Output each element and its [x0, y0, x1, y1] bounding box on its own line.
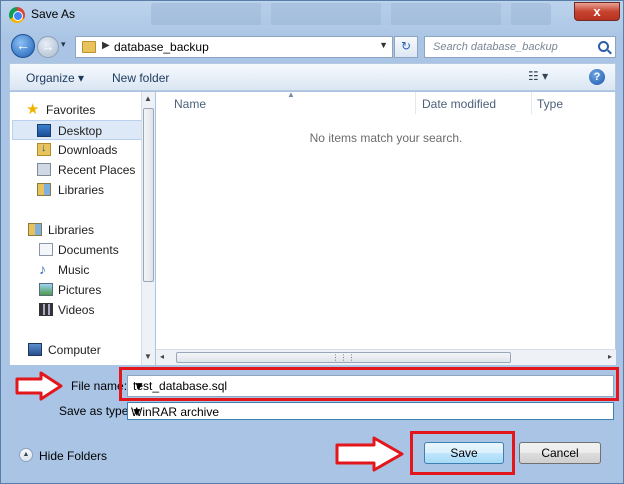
- column-divider[interactable]: [415, 92, 416, 114]
- back-button[interactable]: ←: [11, 34, 35, 58]
- title-bar[interactable]: Save As x: [1, 1, 623, 29]
- address-dropdown-icon[interactable]: ▼: [379, 40, 388, 50]
- nav-label: Downloads: [58, 143, 118, 157]
- pictures-icon: [39, 283, 53, 296]
- scrollbar-thumb[interactable]: ⋮⋮⋮: [176, 352, 511, 363]
- music-icon: ♪: [39, 261, 46, 277]
- downloads-icon: [37, 142, 51, 156]
- navigation-pane: ★ Favorites Desktop Downloads Recent Pla…: [9, 92, 155, 365]
- recent-pages-dropdown-icon[interactable]: ▾: [61, 39, 66, 50]
- refresh-button[interactable]: ↻: [394, 36, 418, 58]
- sort-ascending-icon: ▲: [287, 90, 295, 99]
- command-toolbar: Organize ▾ New folder ☷ ▾ ?: [9, 63, 616, 91]
- file-list-horizontal-scrollbar[interactable]: ◂ ⋮⋮⋮ ▸: [156, 349, 616, 365]
- column-header-name[interactable]: Name: [174, 97, 206, 111]
- annotation-highlight-filename: [119, 367, 619, 401]
- save-as-type-label: Save as type:: [59, 404, 132, 418]
- nav-libraries[interactable]: Libraries: [10, 220, 140, 240]
- nav-label: Recent Places: [58, 163, 136, 177]
- save-as-type-select[interactable]: WinRAR archive ▼: [127, 402, 614, 420]
- column-divider[interactable]: [531, 92, 532, 114]
- collapse-icon: ▲: [19, 448, 33, 462]
- recent-places-icon: [37, 163, 51, 176]
- view-options-icon[interactable]: ☷ ▾: [528, 69, 548, 83]
- forward-button[interactable]: →: [37, 36, 59, 58]
- nav-label: Documents: [58, 243, 119, 257]
- empty-message: No items match your search.: [309, 131, 463, 145]
- scroll-right-icon[interactable]: ▸: [608, 352, 612, 361]
- libraries-icon: [37, 183, 51, 196]
- nav-item-music[interactable]: ♪ Music: [10, 260, 140, 280]
- background-tabs: [151, 3, 551, 25]
- computer-icon: [28, 343, 42, 356]
- nav-label: Pictures: [58, 283, 102, 297]
- column-header-date-modified[interactable]: Date modified: [422, 97, 496, 111]
- nav-favorites[interactable]: ★ Favorites: [10, 100, 140, 120]
- scroll-up-icon[interactable]: ▲: [144, 94, 152, 103]
- documents-icon: [39, 243, 53, 256]
- scroll-left-icon[interactable]: ◂: [160, 352, 164, 361]
- videos-icon: [39, 303, 53, 316]
- nav-item-pictures[interactable]: Pictures: [10, 280, 140, 300]
- cancel-button[interactable]: Cancel: [519, 442, 601, 464]
- scroll-down-icon[interactable]: ▼: [144, 352, 152, 361]
- nav-label: Computer: [48, 343, 101, 357]
- nav-item-desktop[interactable]: Desktop: [12, 120, 142, 140]
- save-as-dialog: Save As x ← → ▾ ▶ database_backup ▼ ↻ Se…: [0, 0, 624, 484]
- nav-item-videos[interactable]: Videos: [10, 300, 140, 320]
- search-icon[interactable]: [598, 41, 609, 52]
- scrollbar-thumb[interactable]: [143, 108, 154, 282]
- annotation-arrow-icon: [15, 371, 63, 401]
- address-bar[interactable]: ▶ database_backup ▼: [75, 36, 393, 58]
- file-list: ▲ Name Date modified Type No items match…: [156, 90, 616, 365]
- chrome-icon: [9, 7, 25, 23]
- nav-item-downloads[interactable]: Downloads: [10, 140, 140, 160]
- nav-label: Videos: [58, 303, 95, 317]
- help-icon[interactable]: ?: [589, 69, 605, 85]
- nav-item-documents[interactable]: Documents: [10, 240, 140, 260]
- nav-label: Favorites: [46, 103, 96, 117]
- new-folder-button[interactable]: New folder: [112, 71, 169, 85]
- folder-icon: [82, 41, 96, 53]
- nav-label: Desktop: [58, 124, 103, 138]
- annotation-highlight-save: [410, 431, 515, 475]
- hide-folders-label: Hide Folders: [39, 449, 108, 463]
- chevron-down-icon[interactable]: ▼: [131, 405, 608, 419]
- nav-item-recent-places[interactable]: Recent Places: [10, 160, 140, 180]
- search-placeholder: Search database_backup: [433, 41, 558, 53]
- star-icon: ★: [26, 101, 40, 118]
- desktop-icon: [37, 124, 51, 137]
- organize-button[interactable]: Organize ▾: [26, 71, 84, 85]
- window-title: Save As: [31, 7, 76, 21]
- search-input[interactable]: Search database_backup: [424, 36, 616, 58]
- libraries-icon: [28, 223, 42, 236]
- nav-pane-scrollbar[interactable]: ▲ ▼: [141, 92, 155, 365]
- annotation-arrow-icon: [335, 436, 404, 472]
- close-button[interactable]: x: [574, 2, 620, 21]
- nav-item-libraries-fav[interactable]: Libraries: [10, 180, 140, 200]
- nav-label: Music: [58, 263, 90, 277]
- nav-computer[interactable]: Computer: [10, 340, 140, 360]
- column-header-type[interactable]: Type: [537, 97, 563, 111]
- nav-label: Libraries: [48, 223, 95, 237]
- breadcrumb-chevron-icon[interactable]: ▶: [102, 40, 110, 51]
- breadcrumb-database-backup[interactable]: database_backup: [114, 40, 209, 54]
- nav-label: Libraries: [58, 183, 105, 197]
